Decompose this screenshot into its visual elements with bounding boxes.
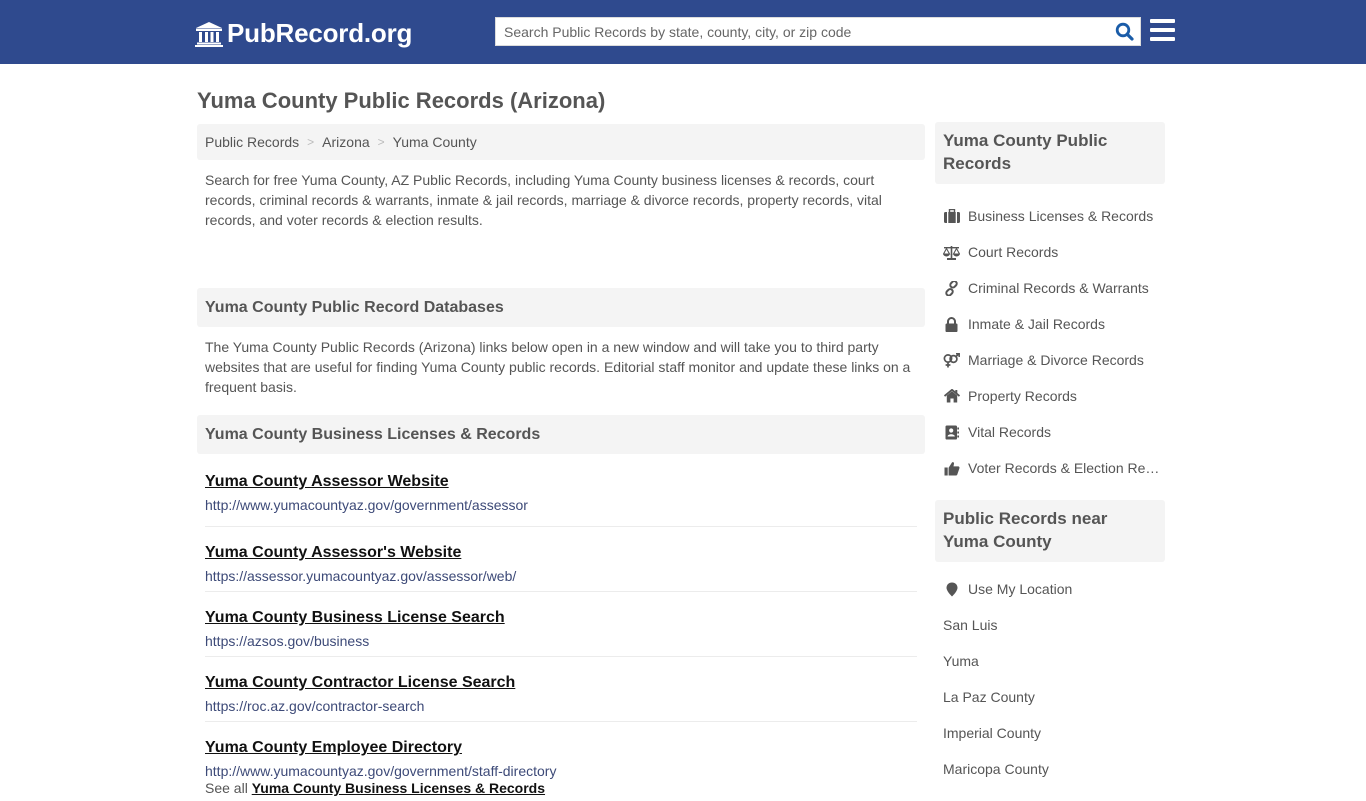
- use-my-location-label: Use My Location: [968, 581, 1073, 597]
- sidebar-item-label: Inmate & Jail Records: [968, 316, 1105, 332]
- search-bar: [495, 17, 1141, 46]
- list-item: Yuma County Assessor Website http://www.…: [205, 454, 917, 527]
- nearby-place-link[interactable]: Yuma: [935, 643, 1165, 679]
- page-title: Yuma County Public Records (Arizona): [197, 88, 606, 113]
- sidebar-item-business[interactable]: Business Licenses & Records: [935, 198, 1165, 234]
- site-logo[interactable]: PubRecord.org: [195, 18, 412, 49]
- record-link-title[interactable]: Yuma County Contractor License Search: [205, 674, 917, 692]
- business-links-list: Yuma County Assessor Website http://www.…: [197, 454, 925, 796]
- see-all-prefix: See all: [205, 780, 248, 796]
- nearby-place-link[interactable]: San Luis: [935, 607, 1165, 643]
- nearby-place-link[interactable]: Maricopa County: [935, 751, 1165, 787]
- see-all-row: See all Yuma County Business Licenses & …: [205, 780, 917, 796]
- list-item: Yuma County Employee Directory http://ww…: [205, 722, 917, 779]
- sidebar-item-label: Business Licenses & Records: [968, 208, 1154, 224]
- breadcrumb: Public Records > Arizona > Yuma County: [197, 124, 925, 160]
- top-navbar: PubRecord.org: [0, 0, 1366, 64]
- sidebar-item-voter[interactable]: Voter Records & Election Results: [935, 450, 1165, 486]
- use-my-location-button[interactable]: Use My Location: [935, 571, 1165, 607]
- sidebar-near-list: Use My Location San Luis Yuma La Paz Cou…: [935, 562, 1165, 801]
- main-content: Public Records > Arizona > Yuma County S…: [197, 124, 925, 796]
- address-book-icon: [943, 424, 960, 440]
- home-icon: [943, 388, 960, 404]
- record-link-url[interactable]: https://roc.az.gov/contractor-search: [205, 698, 917, 714]
- sidebar-records-list: Business Licenses & Records Court Record…: [935, 184, 1165, 500]
- logo-text: PubRecord.org: [227, 18, 413, 48]
- databases-heading: Yuma County Public Record Databases: [197, 288, 925, 327]
- sidebar-records-heading: Yuma County Public Records: [935, 122, 1165, 184]
- sidebar-item-label: Criminal Records & Warrants: [968, 280, 1149, 296]
- list-item: Yuma County Assessor's Website https://a…: [205, 527, 917, 592]
- nearby-place-link[interactable]: La Paz County: [935, 679, 1165, 715]
- databases-description: The Yuma County Public Records (Arizona)…: [205, 339, 911, 395]
- thumbs-up-icon: [943, 460, 960, 476]
- menu-bar: [1150, 28, 1175, 32]
- menu-bar: [1150, 37, 1175, 41]
- nearby-place-label: La Paz County: [943, 689, 1035, 705]
- briefcase-icon: [943, 208, 960, 224]
- breadcrumb-separator: >: [307, 135, 315, 149]
- search-button[interactable]: [1108, 18, 1140, 45]
- sidebar-item-property[interactable]: Property Records: [935, 378, 1165, 414]
- nearby-place-label: Imperial County: [943, 725, 1042, 741]
- sidebar-item-label: Court Records: [968, 244, 1059, 260]
- breadcrumb-yuma-county[interactable]: Yuma County: [393, 134, 477, 150]
- nearby-place-label: Yuma: [943, 653, 979, 669]
- breadcrumb-public-records[interactable]: Public Records: [205, 134, 299, 150]
- map-marker-icon: [943, 581, 960, 597]
- sidebar-item-label: Vital Records: [968, 424, 1052, 440]
- business-section-heading: Yuma County Business Licenses & Records: [197, 415, 925, 454]
- intro-text: Search for free Yuma County, AZ Public R…: [205, 172, 882, 228]
- sidebar-item-label: Property Records: [968, 388, 1077, 404]
- list-item: Yuma County Business License Search http…: [205, 592, 917, 657]
- search-icon: [1115, 22, 1134, 41]
- sidebar-item-inmate[interactable]: Inmate & Jail Records: [935, 306, 1165, 342]
- nearby-place-link[interactable]: Imperial County: [935, 715, 1165, 751]
- venus-mars-icon: [943, 352, 960, 368]
- nearby-place-label: San Luis: [943, 617, 998, 633]
- record-link-url[interactable]: http://www.yumacountyaz.gov/government/a…: [205, 497, 917, 513]
- record-link-title[interactable]: Yuma County Assessor Website: [205, 473, 917, 491]
- nearby-place-label: Maricopa County: [943, 761, 1049, 777]
- record-link-title[interactable]: Yuma County Employee Directory: [205, 739, 917, 757]
- balance-scale-icon: [943, 244, 960, 260]
- sidebar-item-court[interactable]: Court Records: [935, 234, 1165, 270]
- lock-icon: [943, 316, 960, 332]
- record-link-title[interactable]: Yuma County Business License Search: [205, 609, 917, 627]
- sidebar: Yuma County Public Records Business Lice…: [935, 122, 1165, 801]
- sidebar-item-criminal[interactable]: Criminal Records & Warrants: [935, 270, 1165, 306]
- sidebar-item-vital[interactable]: Vital Records: [935, 414, 1165, 450]
- sidebar-near-heading: Public Records near Yuma County: [935, 500, 1165, 562]
- menu-bar: [1150, 19, 1175, 23]
- search-input[interactable]: [496, 18, 1108, 45]
- sidebar-item-marriage[interactable]: Marriage & Divorce Records: [935, 342, 1165, 378]
- sidebar-item-label: Marriage & Divorce Records: [968, 352, 1144, 368]
- breadcrumb-separator: >: [377, 135, 385, 149]
- record-link-url[interactable]: http://www.yumacountyaz.gov/government/s…: [205, 763, 917, 779]
- breadcrumb-arizona[interactable]: Arizona: [322, 134, 369, 150]
- see-all-link[interactable]: Yuma County Business Licenses & Records: [252, 780, 545, 796]
- sidebar-item-label: Voter Records & Election Results: [968, 460, 1165, 476]
- list-item: Yuma County Contractor License Search ht…: [205, 657, 917, 722]
- record-link-url[interactable]: https://assessor.yumacountyaz.gov/assess…: [205, 568, 917, 584]
- courthouse-icon: [195, 21, 223, 47]
- hamburger-menu-button[interactable]: [1150, 19, 1175, 41]
- link-icon: [943, 280, 960, 296]
- record-link-title[interactable]: Yuma County Assessor's Website: [205, 544, 917, 562]
- record-link-url[interactable]: https://azsos.gov/business: [205, 633, 917, 649]
